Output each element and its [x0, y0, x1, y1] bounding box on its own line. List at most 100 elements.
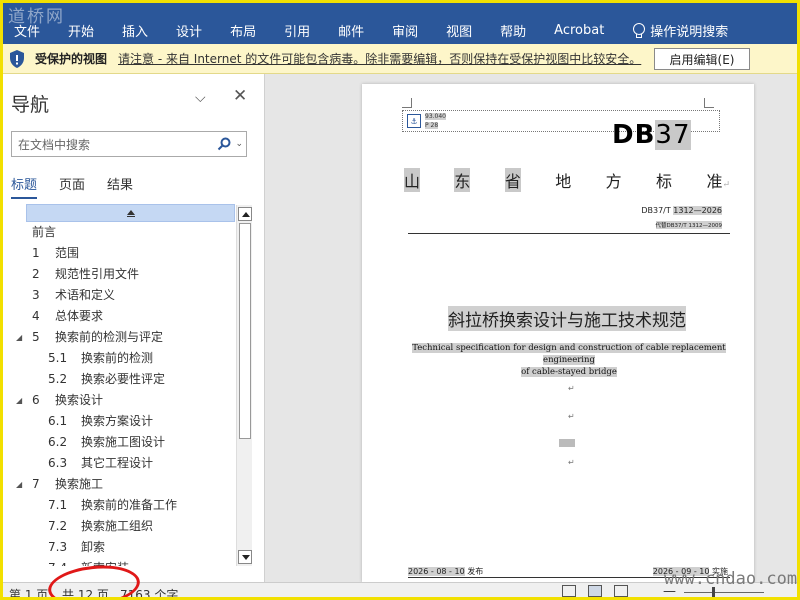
expand-triangle-icon[interactable]: ◢	[16, 474, 22, 495]
db-logo: DB37	[612, 120, 691, 150]
issue-date: 2026 - 08 - 10 发布	[408, 566, 483, 577]
heading-char: 标	[656, 172, 673, 191]
nav-heading-item[interactable]: 2 规范性引用文件	[3, 264, 236, 285]
heading-label: 其它工程设计	[81, 456, 154, 470]
tab-review[interactable]: 审阅	[392, 21, 418, 40]
issue-label: 发布	[467, 567, 484, 576]
lightbulb-icon	[632, 22, 646, 38]
heading-label: 换索前的准备工作	[81, 498, 178, 512]
heading-number: 6.1	[48, 414, 68, 428]
nav-heading-item[interactable]: 前言	[3, 222, 236, 243]
heading-char: 准	[706, 172, 723, 191]
nav-heading-item[interactable]: 5.1 换索前的检测	[3, 348, 236, 369]
nav-title: 导航	[11, 94, 50, 116]
tab-insert[interactable]: 插入	[122, 21, 148, 40]
search-icon[interactable]	[213, 133, 235, 155]
page-indicator[interactable]: 第 1 页	[9, 586, 48, 600]
tab-acrobat[interactable]: Acrobat	[554, 23, 604, 38]
tab-pages[interactable]: 页面	[59, 174, 85, 199]
document-area: ⚓ 93.040 P 28 DB37 山 东 省 地 方 标 准↵ DB37/T…	[266, 74, 797, 582]
tell-me-label: 操作说明搜索	[650, 24, 729, 40]
heading-number: 5	[32, 330, 40, 344]
heading-label: 规范性引用文件	[55, 267, 140, 281]
scroll-thumb[interactable]	[239, 223, 251, 439]
nav-heading-item[interactable]: 6.2 换索施工图设计	[3, 432, 236, 453]
heading-number: 7.4	[48, 558, 67, 566]
site-watermark: www.cndao.com	[664, 569, 798, 589]
nav-heading-item[interactable]: 6.1 换索方案设计	[3, 411, 236, 432]
close-icon[interactable]: ✕	[233, 86, 247, 106]
english-title-line-2: of cable-stayed bridge	[521, 367, 617, 377]
standard-code-number: 1312—2026	[673, 206, 722, 215]
nav-heading-item[interactable]: 7.1 换索前的准备工作	[3, 495, 236, 516]
nav-scrollbar[interactable]	[236, 205, 252, 566]
heading-number: 2	[32, 267, 40, 281]
heading-label: 换索前的检测与评定	[55, 330, 164, 344]
tab-view[interactable]: 视图	[446, 21, 472, 40]
heading-number: 7.1	[48, 498, 68, 512]
search-input[interactable]: 在文档中搜索	[18, 136, 213, 153]
paragraph-mark: ↵	[722, 180, 730, 190]
nav-heading-item[interactable]: 7.3 卸索	[3, 537, 236, 558]
tab-references[interactable]: 引用	[284, 21, 310, 40]
ribbon-tabs: 文件 开始 插入 设计 布局 引用 邮件 审阅 视图 帮助 Acrobat 操作…	[0, 20, 742, 40]
tab-mailings[interactable]: 邮件	[338, 21, 364, 40]
nav-heading-item[interactable]: 3 术语和定义	[3, 285, 236, 306]
heading-number: 6.3	[48, 456, 68, 470]
tab-design[interactable]: 设计	[176, 21, 202, 40]
web-layout-icon[interactable]	[614, 585, 628, 597]
nav-heading-item[interactable]: 4 总体要求	[3, 306, 236, 327]
heading-number: 5.1	[48, 351, 68, 365]
print-layout-icon[interactable]	[588, 585, 602, 597]
tab-layout[interactable]: 布局	[230, 21, 256, 40]
anchor-icon: ⚓	[407, 114, 421, 128]
paragraph-mark: ↵	[568, 458, 575, 467]
scroll-up-arrow-icon[interactable]	[238, 207, 252, 221]
heading-label: 换索施工组织	[81, 519, 154, 533]
nav-heading-item[interactable]: 7.4新索安装	[3, 558, 236, 566]
tab-home[interactable]: 开始	[68, 21, 94, 40]
nav-heading-item[interactable]: 6.3 其它工程设计	[3, 453, 236, 474]
nav-heading-item[interactable]: 7.2 换索施工组织	[3, 516, 236, 537]
zoom-slider[interactable]	[684, 592, 764, 593]
enable-editing-button[interactable]: 启用编辑(E)	[654, 48, 750, 70]
search-options-chevron-icon[interactable]: ⌄	[235, 139, 243, 149]
header-rule	[408, 233, 730, 234]
nav-heading-item[interactable]: ◢ 6 换索设计	[3, 390, 236, 411]
nav-heading-item[interactable]: ◢ 5 换索前的检测与评定	[3, 327, 236, 348]
navigation-pane: 导航 ⌵ ✕ 在文档中搜索 ⌄ 标题 页面 结果 前言 1 范围 2 规范性引用文件 3 术…	[3, 74, 265, 582]
replaces-code: 代替DB37/T 1312—2009	[655, 221, 722, 229]
english-title: Technical specification for design and c…	[408, 342, 730, 378]
chevron-down-icon[interactable]: ⌵	[195, 90, 206, 106]
scroll-down-arrow-icon[interactable]	[238, 550, 252, 564]
tab-file[interactable]: 文件	[14, 21, 40, 40]
nav-heading-item[interactable]: 5.2 换索必要性评定	[3, 369, 236, 390]
protected-view-message[interactable]: 请注意 - 来自 Internet 的文件可能包含病毒。除非需要编辑，否则保持在…	[118, 50, 641, 67]
collapse-all-headings-button[interactable]	[26, 204, 235, 222]
read-mode-icon[interactable]	[562, 585, 576, 597]
nav-heading-item[interactable]: ◢ 7 换索施工	[3, 474, 236, 495]
tell-me-search[interactable]: 操作说明搜索	[632, 21, 728, 40]
heading-label: 换索必要性评定	[81, 372, 166, 386]
heading-tree: 前言 1 范围 2 规范性引用文件 3 术语和定义 4 总体要求 ◢ 5 换索前的检测与评定 5.1 换索…	[3, 204, 236, 566]
expand-triangle-icon[interactable]: ◢	[16, 327, 22, 348]
paragraph-mark: ↵	[568, 384, 575, 393]
heading-label: 换索前的检测	[81, 351, 154, 365]
heading-number: 1	[32, 246, 40, 260]
tab-headings[interactable]: 标题	[11, 174, 38, 199]
heading-number: 4	[32, 309, 40, 323]
province-standard-heading: 山 东 省 地 方 标 准↵	[404, 168, 730, 192]
english-title-line-1: Technical specification for design and c…	[412, 343, 726, 365]
document-page[interactable]: ⚓ 93.040 P 28 DB37 山 东 省 地 方 标 准↵ DB37/T…	[362, 84, 754, 582]
heading-char: 地	[555, 172, 572, 191]
heading-label: 换索设计	[55, 393, 104, 407]
expand-triangle-icon[interactable]: ◢	[16, 390, 22, 411]
nav-heading-item[interactable]: 1 范围	[3, 243, 236, 264]
tab-results[interactable]: 结果	[107, 174, 133, 199]
heading-number: 5.2	[48, 372, 68, 386]
heading-char: 东	[454, 168, 471, 192]
tab-help[interactable]: 帮助	[500, 21, 526, 40]
nav-search-box[interactable]: 在文档中搜索 ⌄	[11, 131, 247, 157]
db-number: 37	[655, 120, 691, 150]
hidden-field-placeholder	[559, 439, 575, 447]
